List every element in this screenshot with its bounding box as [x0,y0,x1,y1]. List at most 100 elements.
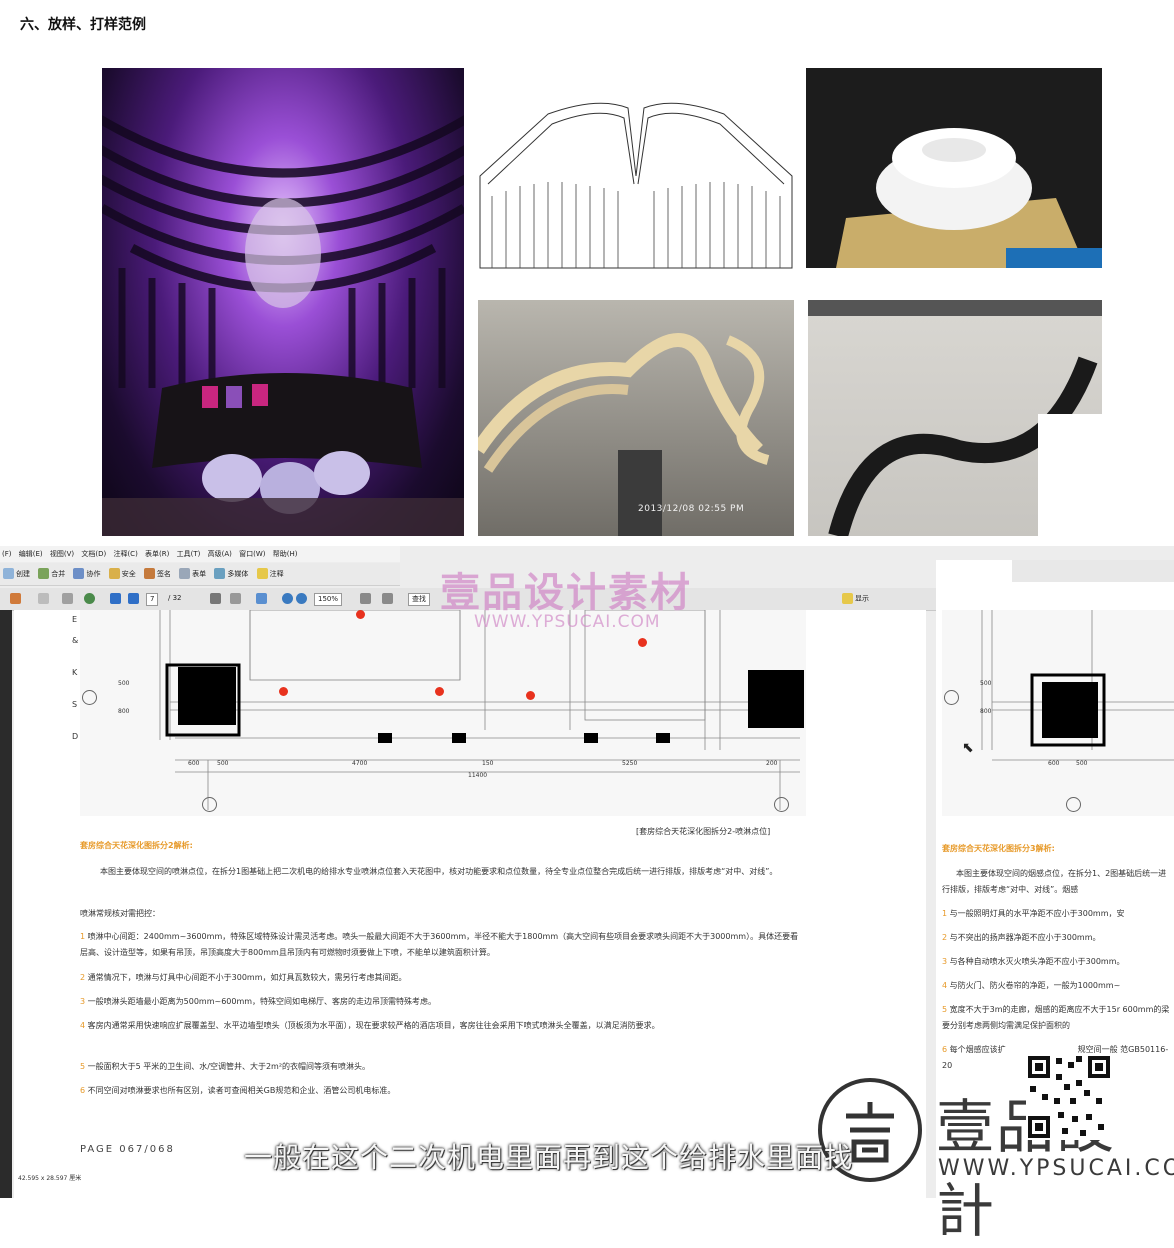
collaborate-icon [73,568,85,579]
show-menu[interactable]: 显示 [842,593,869,604]
black-curve-shape [808,300,1102,536]
sprinkler-point [279,687,288,696]
section-title: 套房综合天花深化图拆分2解析: [80,841,193,850]
page-total: / 32 [168,594,182,602]
watermark-text: 壹品设计素材 [440,570,692,616]
grid-axis-marker [774,797,789,812]
find-input[interactable]: 查找 [408,593,430,606]
lock-icon [108,568,120,579]
form-icon [179,568,191,579]
dimension-label: 500 [1076,760,1088,767]
save-icon[interactable] [62,593,75,604]
grid-axis-marker [202,797,217,812]
comment-button[interactable]: 注释 [256,568,284,579]
combine-icon [38,568,50,579]
dimension-label: 150 [482,760,494,767]
rules-title: 喷淋常规核对需把控： [80,909,160,918]
brand-url: WWW.YPSUCAI.COM [938,1156,1174,1181]
zoom-out-icon[interactable] [282,593,295,604]
menu-bar: (F) 编辑(E) 视图(V) 文档(D) 注释(C) 表单(R) 工具(T) … [0,546,400,562]
right-section-title: 套房综合天花深化图拆分3解析: [942,844,1055,853]
white-model-photo [806,68,1102,268]
hand-tool-icon[interactable] [230,593,243,604]
dimension-total: 11400 [468,772,488,779]
menu-item-help[interactable]: 帮助(H) [273,549,298,559]
right-rule-item: 3 与各种自动喷水灭火喷头净距不应小于300mm。 [942,957,1125,966]
page-number-input[interactable]: 7 [146,593,159,606]
structural-column [584,733,598,743]
menu-item-file[interactable]: (F) [2,550,12,558]
menu-item-forms[interactable]: 表单(R) [145,549,169,559]
right-rule-item: 4 与防火门、防火卷帘的净距，一般为1000mm~ [942,981,1121,990]
menu-item-tools[interactable]: 工具(T) [177,549,201,559]
drawing-caption: [套房综合天花深化图拆分2-喷淋点位] [636,827,771,836]
globe-icon[interactable] [84,593,97,604]
secure-button[interactable]: 安全 [108,568,136,579]
menu-item-document[interactable]: 文档(D) [81,549,106,559]
dimension-label: 500 [118,680,130,687]
mouse-cursor-icon: ⬉ [962,740,974,756]
next-page-icon[interactable] [128,593,141,604]
select-tool-icon[interactable] [210,593,223,604]
side-letter: E [72,615,78,624]
collaborate-button[interactable]: 协作 [73,568,100,579]
zoom-level-select[interactable]: 150% [314,593,343,606]
rule-item: 2 通常情况下，喷淋与灯具中心间距不小于300mm，如灯具瓦数较大，需另行考虑其… [80,973,407,982]
sprinkler-point [526,691,535,700]
page-number: PAGE 067/068 [80,1144,175,1155]
side-letter: K [72,668,78,677]
page-size-status: 42.595 x 28.597 厘米 [18,1175,82,1182]
zoom-tool-icon[interactable] [256,593,269,604]
dimension-label: 500 [980,680,992,687]
curved-wall-photo [808,300,1102,536]
zoom-in-icon[interactable] [296,593,309,604]
dimension-label: 800 [118,708,130,715]
sign-button[interactable]: 签名 [143,568,171,579]
page-title: 六、放样、打样范例 [20,17,146,33]
menu-item-view[interactable]: 视图(V) [50,549,74,559]
video-subtitle: 一般在这个二次机电里面再到这个给排水里面找 [244,1141,854,1174]
menu-item-edit[interactable]: 编辑(E) [19,549,43,559]
right-rule-item: 2 与不突出的扬声器净距不应小于300mm。 [942,933,1101,942]
structural-column [452,733,466,743]
fit-page-icon[interactable] [360,593,373,604]
rule-item: 5 一般面积大于5 平米的卫生间、水/空调管井、大于2m²的衣帽间等须有喷淋头。 [80,1062,371,1071]
grid-axis-marker [1066,797,1081,812]
grid-axis-marker [944,690,959,705]
intro-paragraph: 本图主要体现空间的喷淋点位，在拆分1图基础上把二次机电的给排水专业喷淋点位套入天… [100,867,778,876]
create-button[interactable]: 创建 [3,568,30,579]
photo-timestamp: 2013/12/08 02:55 PM [638,504,745,514]
forms-button[interactable]: 表单 [179,568,206,579]
right-rule-item: 5 宽度不大于3m的走廊，烟感的距离应不大于15r 600mm的梁要分别考虑两侧… [942,1005,1170,1030]
ktv-ceiling-ribs [102,115,464,536]
sprinkler-point [435,687,444,696]
fit-width-icon[interactable] [382,593,395,604]
combine-button[interactable]: 合并 [38,568,65,579]
print-icon[interactable] [10,593,23,604]
pen-icon [143,568,155,579]
sprinkler-point [356,610,365,619]
side-letter: & [72,636,79,645]
task-toolbar: 创建 合并 协作 安全 签名 表单 多媒体 注释 [0,563,400,586]
structural-column [656,733,670,743]
right-intro-paragraph: 本图主要体现空间的烟感点位，在拆分1、2图基础后统一进行排版，排版考虑“对中、对… [942,869,1167,894]
menu-item-window[interactable]: 窗口(W) [239,549,265,559]
menu-item-comment[interactable]: 注释(C) [113,549,137,559]
menu-item-advanced[interactable]: 高级(A) [208,549,232,559]
dimension-label: 500 [217,760,229,767]
prev-page-icon[interactable] [110,593,123,604]
structural-column [1042,682,1098,738]
email-icon[interactable] [38,593,51,604]
multimedia-button[interactable]: 多媒体 [214,568,248,579]
dimension-label: 200 [766,760,778,767]
grid-axis-marker [82,690,97,705]
watermark-url: WWW.YPSUCAI.COM [474,612,661,632]
left-navigation-pane[interactable] [0,610,12,1198]
curved-frame-shape [478,333,770,536]
side-letter: D [72,732,79,741]
dimension-label: 5250 [622,760,638,767]
right-toolbar-strip [1012,560,1174,582]
sprinkler-point [638,638,647,647]
note-icon [256,568,268,579]
right-rule-item: 1 与一般照明灯具的水平净距不应小于300mm，安 [942,909,1125,918]
